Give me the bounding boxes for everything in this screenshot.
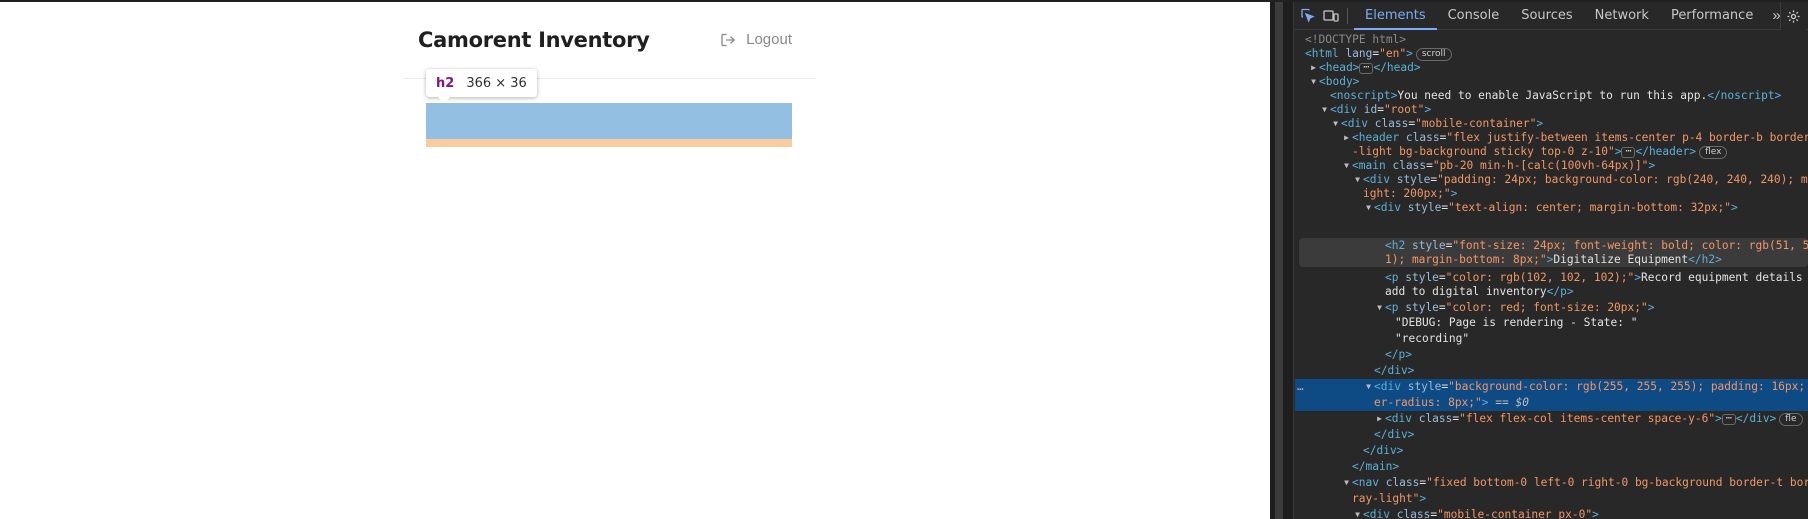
dom-line-debug-p-close[interactable]: </p> [1385,347,1412,363]
collapse-triangle-icon[interactable]: ▼ [1341,475,1352,491]
dom-line-selected-div-cont[interactable]: er-radius: 8px;"> == $0 [1374,395,1529,411]
inspect-tooltip: h2 366 × 36 [426,69,537,103]
selected-node-marker: == $0 [1495,396,1529,409]
device-toolbar-icon[interactable] [1319,2,1343,30]
app-header: Camorent Inventory Logout [402,2,816,79]
dom-line-h2-cont[interactable]: 1); margin-bottom: 8px;">Digitalize Equi… [1385,252,1722,268]
dom-line-selected-div[interactable]: ▼ <div style="background-color: rgb(255, … [1363,379,1805,395]
collapse-triangle-icon[interactable]: ▼ [1352,507,1363,519]
tab-performance[interactable]: Performance [1660,2,1764,30]
inspected-element-highlight [426,103,792,139]
expand-triangle-icon[interactable]: ▶ [1374,411,1385,427]
inspect-element-icon[interactable] [1295,2,1319,30]
collapse-triangle-icon[interactable]: ▼ [1308,74,1319,90]
devtools-resize-splitter[interactable] [1270,2,1294,519]
collapse-triangle-icon[interactable]: ▼ [1363,379,1374,395]
dom-line-main-close[interactable]: </main> [1352,459,1399,475]
collapsed-ellipsis[interactable]: ⋯ [1721,414,1736,425]
collapse-triangle-icon[interactable]: ▼ [1341,158,1352,174]
collapse-triangle-icon[interactable]: ▼ [1363,200,1374,216]
tab-network[interactable]: Network [1584,2,1660,30]
dom-line-nav[interactable]: ▼ <nav class="fixed bottom-0 left-0 right… [1341,475,1808,491]
dom-line-debug-text-1[interactable]: "DEBUG: Page is rendering - State: " [1395,315,1637,331]
tooltip-element-size: 366 × 36 [466,75,527,91]
dom-line-debug-text-2[interactable]: "recording" [1395,331,1469,347]
logout-label: Logout [746,31,792,48]
expand-triangle-icon[interactable]: ▶ [1341,130,1352,146]
app-title: Camorent Inventory [418,28,650,52]
tab-console[interactable]: Console [1437,2,1511,30]
dom-line-flex-col-div[interactable]: ▶ <div class="flex flex-col items-center … [1374,411,1803,427]
scroll-badge[interactable]: scroll [1415,48,1452,61]
dom-line-center-div-close[interactable]: </div> [1374,363,1414,379]
tab-elements[interactable]: Elements [1354,2,1437,30]
splitter-handle[interactable] [1275,2,1283,519]
collapse-triangle-icon[interactable]: ▼ [1374,300,1385,316]
dom-line-padding-div-close[interactable]: </div> [1363,443,1403,459]
collapsed-ellipsis[interactable]: ⋯ [1359,63,1374,74]
devtools-tab-bar: Elements Console Sources Network Perform… [1295,2,1808,30]
flex-badge[interactable]: fle [1779,413,1803,426]
collapse-triangle-icon[interactable]: ▼ [1319,102,1330,118]
tab-sources[interactable]: Sources [1510,2,1583,30]
tab-separator [1347,7,1348,24]
logout-icon [720,32,736,48]
dom-line-center-div[interactable]: ▼ <div style="text-align: center; margin-… [1363,200,1738,216]
collapsed-ellipsis[interactable]: ⋯ [1621,147,1636,158]
flex-badge[interactable]: flex [1699,146,1728,159]
dom-line-p-cont[interactable]: add to digital inventory</p> [1385,284,1574,300]
tooltip-tag-name: h2 [436,75,455,91]
dom-line-debug-p[interactable]: ▼ <p style="color: red; font-size: 20px;"… [1374,300,1654,316]
collapse-triangle-icon[interactable]: ▼ [1330,116,1341,132]
dom-line-nav-cont[interactable]: ray-light"> [1352,491,1426,507]
app-viewport: Camorent Inventory Logout h2 366 × 36 [0,2,1270,519]
inspected-element-margin [426,139,792,147]
dom-line-nav-container[interactable]: ▼ <div class="mobile-container px-0"> [1352,507,1599,519]
dom-tree: … <!DOCTYPE html> <html lang="en"> scroll… [1295,31,1808,519]
collapse-triangle-icon[interactable]: ▼ [1352,172,1363,188]
node-options-ellipsis[interactable]: … [1297,379,1304,395]
devtools-panel: Elements Console Sources Network Perform… [1270,2,1808,519]
dom-line-selected-div-close[interactable]: </div> [1374,427,1414,443]
settings-gear-icon[interactable] [1780,2,1806,30]
logout-button[interactable]: Logout [720,31,792,48]
